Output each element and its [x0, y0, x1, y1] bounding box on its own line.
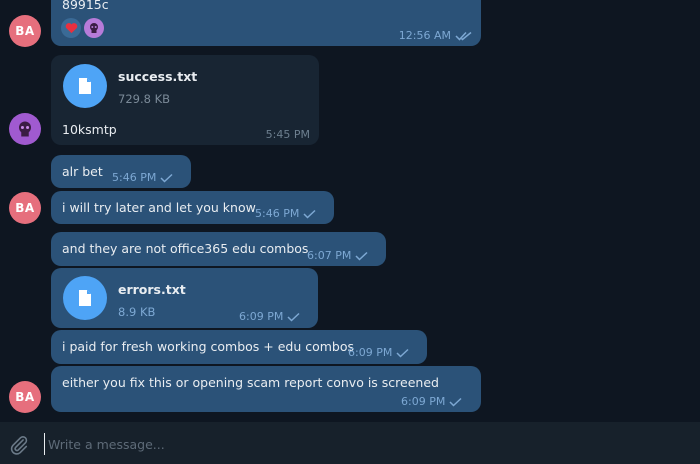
message-time: 6:09 PM [239, 308, 301, 325]
message-composer [0, 422, 700, 464]
double-check-icon [455, 31, 473, 41]
skull-icon [90, 23, 98, 33]
check-icon [449, 397, 463, 407]
file-name[interactable]: success.txt [118, 68, 197, 85]
check-icon [396, 348, 410, 358]
avatar[interactable]: BA [9, 15, 41, 47]
message-time: 6:09 PM [401, 393, 463, 410]
message-input[interactable] [44, 433, 650, 455]
message-bubble[interactable]: either you fix this or opening scam repo… [51, 366, 481, 412]
message-text: and they are not office365 edu combos [62, 241, 309, 256]
message-time: 5:46 PM [255, 205, 317, 222]
skull-icon [19, 121, 31, 137]
check-icon [160, 173, 174, 183]
check-icon [355, 251, 369, 261]
avatar[interactable]: BA [9, 192, 41, 224]
check-icon [303, 209, 317, 219]
heart-icon [65, 23, 77, 34]
message-time: 12:56 AM [399, 27, 473, 44]
reactions-bar [61, 18, 104, 38]
message-bubble[interactable]: success.txt 729.8 KB 10ksmtp 5:45 PM [51, 55, 319, 145]
message-bubble[interactable]: alr bet 5:46 PM [51, 155, 191, 188]
message-bubble[interactable]: 89915c 12:56 AM [51, 0, 481, 46]
message-text: i will try later and let you know [62, 200, 256, 215]
file-size: 729.8 KB [118, 92, 171, 106]
message-text: i paid for fresh working combos + edu co… [62, 339, 355, 354]
message-time: 5:46 PM [112, 169, 174, 186]
message-list: 89915c 12:56 AM BA success.txt 729.8 KB … [0, 0, 700, 422]
message-bubble[interactable]: i paid for fresh working combos + edu co… [51, 330, 427, 364]
heart-reaction[interactable] [61, 18, 81, 38]
avatar[interactable]: BA [9, 381, 41, 413]
file-icon[interactable] [63, 64, 107, 108]
message-time: 6:09 PM [348, 344, 410, 361]
message-text: either you fix this or opening scam repo… [62, 375, 439, 390]
message-text: alr bet [62, 164, 103, 179]
paperclip-icon[interactable] [8, 434, 30, 456]
skull-reaction[interactable] [84, 18, 104, 38]
message-time: 5:45 PM [265, 128, 310, 141]
message-bubble[interactable]: and they are not office365 edu combos 6:… [51, 232, 386, 266]
message-time: 6:07 PM [307, 247, 369, 264]
message-bubble[interactable]: i will try later and let you know 5:46 P… [51, 191, 334, 224]
check-icon [287, 312, 301, 322]
file-icon[interactable] [63, 276, 107, 320]
message-bubble[interactable]: errors.txt 8.9 KB 6:09 PM [51, 268, 318, 328]
message-text: 89915c [62, 0, 109, 12]
message-text: 10ksmtp [62, 122, 117, 137]
file-name[interactable]: errors.txt [118, 281, 186, 298]
file-size: 8.9 KB [118, 305, 156, 319]
avatar[interactable] [9, 113, 41, 145]
